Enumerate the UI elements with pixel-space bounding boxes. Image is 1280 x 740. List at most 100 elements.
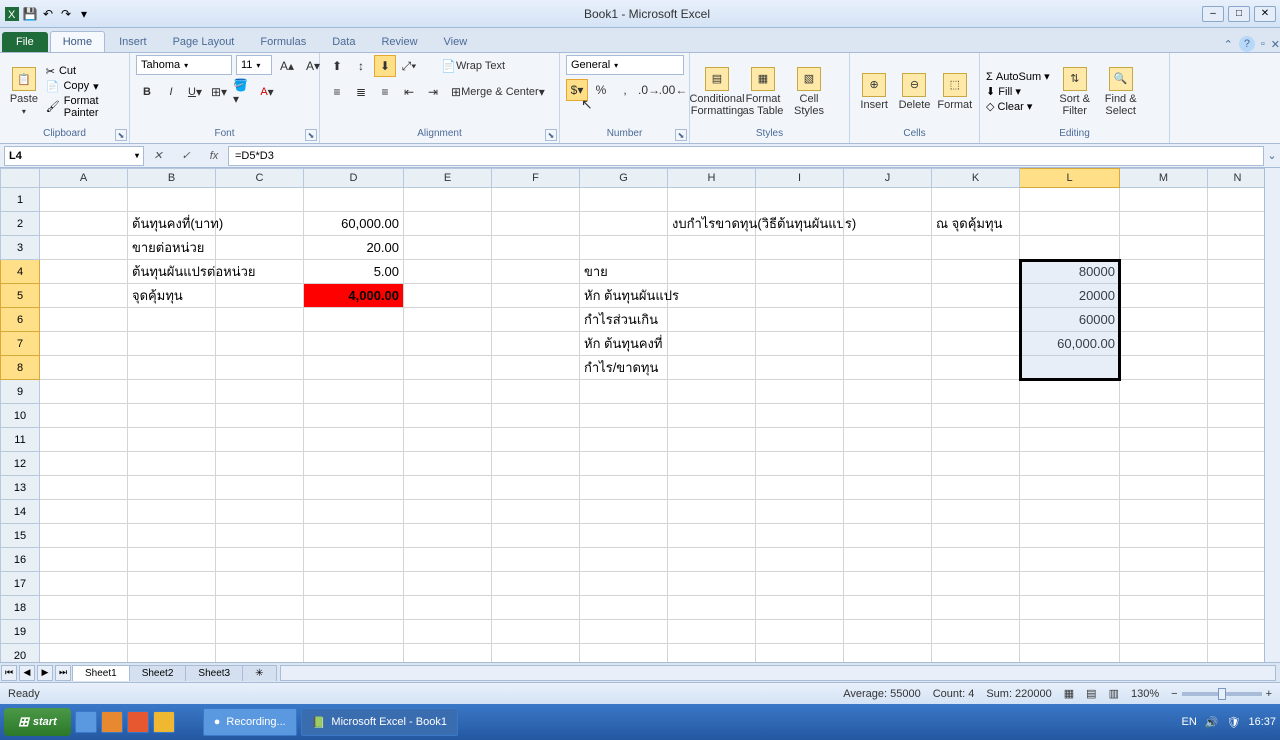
align-center-icon[interactable]: ≣ — [350, 81, 372, 103]
cell-I19[interactable] — [756, 620, 844, 644]
spreadsheet-grid[interactable]: ABCDEFGHIJKLMN 12ต้นทุนคงที่(บาท)60,000.… — [0, 168, 1280, 662]
cell-I17[interactable] — [756, 572, 844, 596]
cell-H20[interactable] — [668, 644, 756, 662]
row-header-18[interactable]: 18 — [0, 596, 40, 620]
cell-J2[interactable] — [844, 212, 932, 236]
cell-C6[interactable] — [216, 308, 304, 332]
col-header-J[interactable]: J — [844, 168, 932, 188]
cell-N6[interactable] — [1208, 308, 1268, 332]
cell-A4[interactable] — [40, 260, 128, 284]
cell-K19[interactable] — [932, 620, 1020, 644]
cell-D3[interactable]: 20.00 — [304, 236, 404, 260]
row-header-15[interactable]: 15 — [0, 524, 40, 548]
cell-M13[interactable] — [1120, 476, 1208, 500]
cell-C8[interactable] — [216, 356, 304, 380]
cell-K20[interactable] — [932, 644, 1020, 662]
cell-A15[interactable] — [40, 524, 128, 548]
cell-I1[interactable] — [756, 188, 844, 212]
cell-C1[interactable] — [216, 188, 304, 212]
undo-icon[interactable]: ↶ — [40, 6, 56, 22]
cell-C17[interactable] — [216, 572, 304, 596]
row-header-7[interactable]: 7 — [0, 332, 40, 356]
cell-K2[interactable]: ณ จุดคุ้มทุน — [932, 212, 1020, 236]
cell-M2[interactable] — [1120, 212, 1208, 236]
cell-E8[interactable] — [404, 356, 492, 380]
cell-G8[interactable]: กำไร/ขาดทุน — [580, 356, 668, 380]
cell-G1[interactable] — [580, 188, 668, 212]
cell-G20[interactable] — [580, 644, 668, 662]
cell-E2[interactable] — [404, 212, 492, 236]
cell-M3[interactable] — [1120, 236, 1208, 260]
col-header-M[interactable]: M — [1120, 168, 1208, 188]
cell-D8[interactable] — [304, 356, 404, 380]
cell-B18[interactable] — [128, 596, 216, 620]
cell-J12[interactable] — [844, 452, 932, 476]
cell-D18[interactable] — [304, 596, 404, 620]
cell-M1[interactable] — [1120, 188, 1208, 212]
cell-B9[interactable] — [128, 380, 216, 404]
cell-M7[interactable] — [1120, 332, 1208, 356]
cell-M18[interactable] — [1120, 596, 1208, 620]
view-layout-icon[interactable]: ▤ — [1086, 687, 1096, 700]
cell-E5[interactable] — [404, 284, 492, 308]
cell-G16[interactable] — [580, 548, 668, 572]
cell-G10[interactable] — [580, 404, 668, 428]
cell-N7[interactable] — [1208, 332, 1268, 356]
cell-D10[interactable] — [304, 404, 404, 428]
cell-H1[interactable] — [668, 188, 756, 212]
cell-E17[interactable] — [404, 572, 492, 596]
select-all-corner[interactable] — [0, 168, 40, 188]
cell-J3[interactable] — [844, 236, 932, 260]
cell-F1[interactable] — [492, 188, 580, 212]
cell-K10[interactable] — [932, 404, 1020, 428]
cell-L3[interactable] — [1020, 236, 1120, 260]
cell-J14[interactable] — [844, 500, 932, 524]
cell-B19[interactable] — [128, 620, 216, 644]
sheet3-tab[interactable]: Sheet3 — [185, 665, 243, 681]
cell-M10[interactable] — [1120, 404, 1208, 428]
zoom-out-icon[interactable]: − — [1171, 688, 1177, 700]
col-header-E[interactable]: E — [404, 168, 492, 188]
cell-K18[interactable] — [932, 596, 1020, 620]
align-right-icon[interactable]: ≡ — [374, 81, 396, 103]
col-header-B[interactable]: B — [128, 168, 216, 188]
cell-K12[interactable] — [932, 452, 1020, 476]
cell-M16[interactable] — [1120, 548, 1208, 572]
cell-K16[interactable] — [932, 548, 1020, 572]
taskbar-icon[interactable] — [75, 711, 97, 733]
cell-I3[interactable] — [756, 236, 844, 260]
paste-button[interactable]: 📋Paste▾ — [6, 59, 42, 125]
help-icon[interactable]: ? — [1239, 36, 1255, 52]
cell-C16[interactable] — [216, 548, 304, 572]
fx-icon[interactable]: fx — [204, 146, 224, 166]
cell-J7[interactable] — [844, 332, 932, 356]
cell-H4[interactable] — [668, 260, 756, 284]
cell-N1[interactable] — [1208, 188, 1268, 212]
number-launcher[interactable]: ⬊ — [675, 129, 687, 141]
cell-J1[interactable] — [844, 188, 932, 212]
row-header-9[interactable]: 9 — [0, 380, 40, 404]
cell-B1[interactable] — [128, 188, 216, 212]
cell-B17[interactable] — [128, 572, 216, 596]
insert-cells-button[interactable]: ⊕Insert — [856, 59, 892, 125]
cell-A8[interactable] — [40, 356, 128, 380]
bold-button[interactable]: B — [136, 81, 158, 103]
home-tab[interactable]: Home — [50, 31, 105, 52]
cell-J15[interactable] — [844, 524, 932, 548]
row-header-1[interactable]: 1 — [0, 188, 40, 212]
cell-A9[interactable] — [40, 380, 128, 404]
col-header-D[interactable]: D — [304, 168, 404, 188]
cell-C15[interactable] — [216, 524, 304, 548]
align-bottom-icon[interactable]: ⬇ — [374, 55, 396, 77]
col-header-K[interactable]: K — [932, 168, 1020, 188]
cell-I7[interactable] — [756, 332, 844, 356]
cell-L1[interactable] — [1020, 188, 1120, 212]
cell-D17[interactable] — [304, 572, 404, 596]
italic-button[interactable]: I — [160, 81, 182, 103]
row-header-17[interactable]: 17 — [0, 572, 40, 596]
cell-I15[interactable] — [756, 524, 844, 548]
cell-J8[interactable] — [844, 356, 932, 380]
cell-D14[interactable] — [304, 500, 404, 524]
cell-G6[interactable]: กำไรส่วนเกิน — [580, 308, 668, 332]
taskbar-icon[interactable] — [127, 711, 149, 733]
